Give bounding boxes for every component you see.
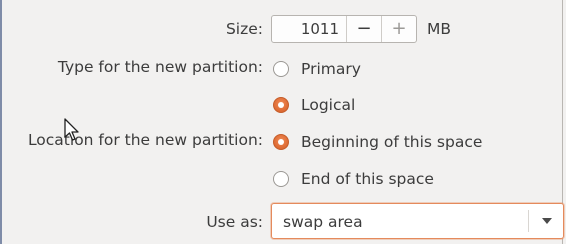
radio-logical[interactable]: Logical <box>273 95 355 115</box>
size-spinbox[interactable]: 1011 − + <box>271 15 417 43</box>
minus-icon: − <box>356 18 372 39</box>
size-value-field[interactable]: 1011 <box>272 16 346 42</box>
partition-type-label: Type for the new partition: <box>57 58 263 76</box>
increase-size-button[interactable]: + <box>381 16 416 42</box>
use-as-selected-value: swap area <box>283 213 363 231</box>
radio-icon <box>273 134 289 150</box>
use-as-label: Use as: <box>206 213 263 231</box>
radio-beginning-label: Beginning of this space <box>301 133 483 151</box>
plus-icon: + <box>391 18 407 39</box>
mouse-pointer-icon <box>64 118 79 141</box>
combo-separator <box>528 210 529 232</box>
dropdown-arrow-icon[interactable] <box>542 218 552 224</box>
use-as-combobox[interactable]: swap area <box>271 203 564 239</box>
radio-end-label: End of this space <box>301 170 434 188</box>
radio-icon <box>273 171 289 187</box>
radio-icon <box>273 61 289 77</box>
radio-end-of-space[interactable]: End of this space <box>273 169 434 189</box>
size-label: Size: <box>225 20 263 38</box>
radio-primary-label: Primary <box>301 60 361 78</box>
decrease-size-button[interactable]: − <box>346 16 381 42</box>
radio-icon <box>273 97 289 113</box>
radio-primary[interactable]: Primary <box>273 59 361 79</box>
window-left-border <box>0 0 2 244</box>
radio-beginning-of-space[interactable]: Beginning of this space <box>273 132 482 152</box>
radio-logical-label: Logical <box>301 96 356 114</box>
size-unit-label: MB <box>427 20 452 38</box>
